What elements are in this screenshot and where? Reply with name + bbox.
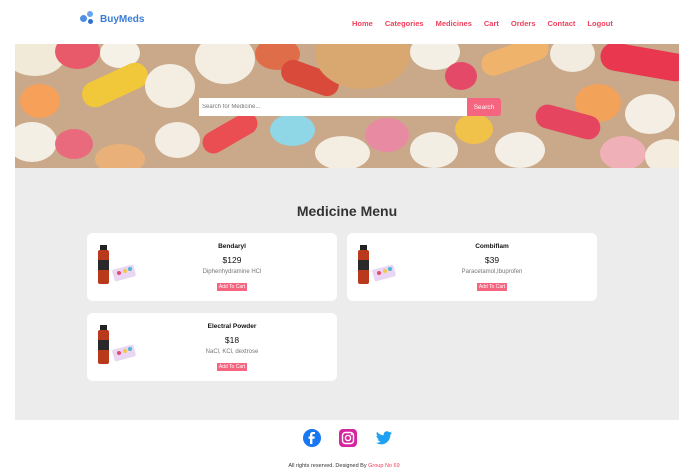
social-links [303,429,393,447]
nav-orders[interactable]: Orders [511,19,536,28]
add-to-cart-button[interactable]: Add To Cart [216,363,248,371]
header: BuyMeds Home Categories Medicines Cart O… [0,0,688,44]
add-to-cart-button[interactable]: Add To Cart [216,283,248,291]
medicine-card: Combiflam $39 Paracetamol,Ibuprofen Add … [347,233,597,301]
nav-categories[interactable]: Categories [385,19,424,28]
credits-group-link[interactable]: Group No 69 [368,463,400,469]
medicine-price: $39 [484,255,500,265]
facebook-icon[interactable] [303,429,321,447]
instagram-icon[interactable] [339,429,357,447]
twitter-icon[interactable] [375,429,393,447]
search-bar: Search [199,98,511,118]
medicine-menu: Medicine Menu Bendaryl $129 Diphenhydram… [15,168,679,420]
credits-text: All rights reserved. Designed By [288,463,367,469]
card-body: Electral Powder $18 NaCl, KCl, dextrose … [127,323,337,373]
medicine-card: Bendaryl $129 Diphenhydramine HCl Add To… [87,233,337,301]
nav-logout[interactable]: Logout [587,19,612,28]
medicine-name: Bendaryl [218,243,246,250]
search-input[interactable] [199,98,467,116]
brand-name: BuyMeds [100,13,145,25]
menu-title: Medicine Menu [296,203,398,219]
main-nav: Home Categories Medicines Cart Orders Co… [352,19,613,28]
medicine-price: $18 [224,335,240,345]
nav-cart[interactable]: Cart [484,19,499,28]
add-to-cart-button[interactable]: Add To Cart [476,283,508,291]
brand-logo[interactable]: BuyMeds [80,11,144,27]
card-body: Bendaryl $129 Diphenhydramine HCl Add To… [127,243,337,293]
nav-medicines[interactable]: Medicines [436,19,472,28]
medicine-price: $129 [222,255,242,265]
hero-banner: Search [15,44,679,168]
medicine-name: Electral Powder [207,323,257,330]
medicine-name: Combiflam [475,243,509,250]
medicine-card: Electral Powder $18 NaCl, KCl, dextrose … [87,313,337,381]
medicine-ingredients: Diphenhydramine HCl [202,269,262,275]
nav-contact[interactable]: Contact [548,19,576,28]
medicine-ingredients: Paracetamol,Ibuprofen [461,269,523,275]
medicine-ingredients: NaCl, KCl, dextrose [205,349,259,355]
card-body: Combiflam $39 Paracetamol,Ibuprofen Add … [387,243,597,293]
nav-home[interactable]: Home [352,19,373,28]
search-button[interactable]: Search [467,98,501,116]
footer-credits: All rights reserved. Designed By Group N… [0,463,688,469]
molecule-icon [80,11,96,27]
